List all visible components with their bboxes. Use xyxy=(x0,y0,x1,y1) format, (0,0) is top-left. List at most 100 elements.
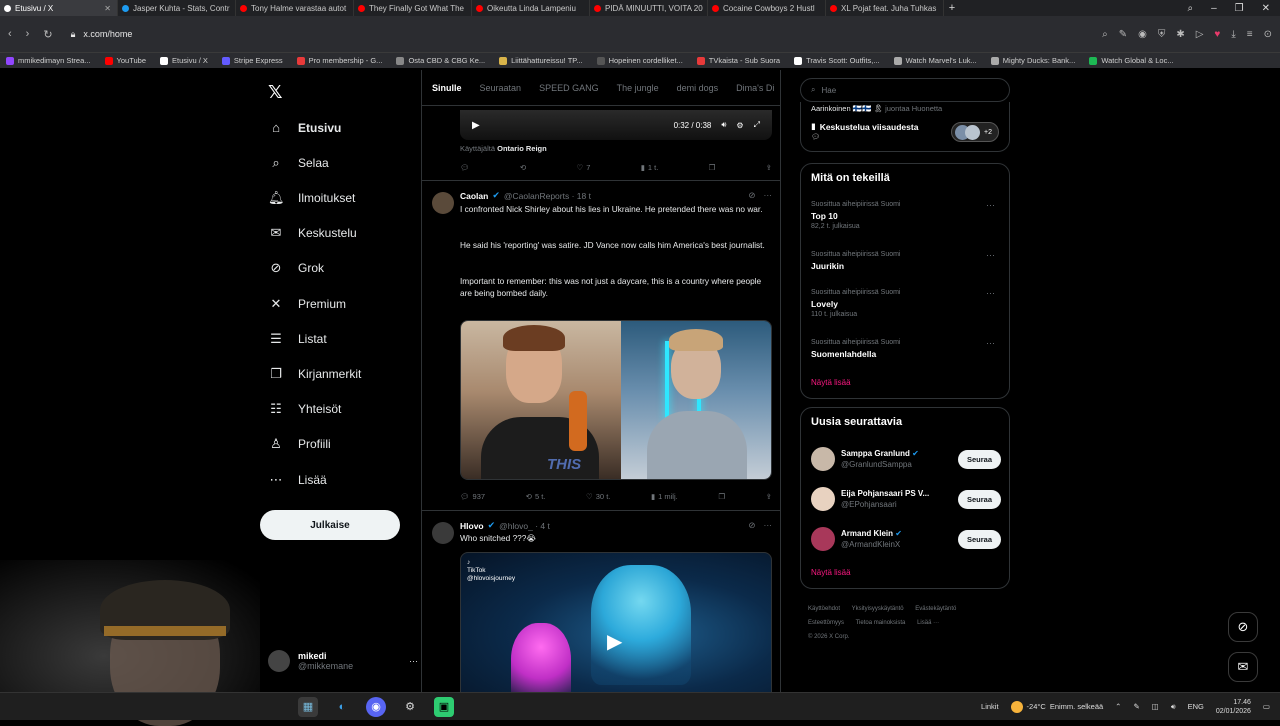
tab-for-you[interactable]: Sinulle xyxy=(432,83,462,93)
bookmark-item[interactable]: Osta CBD & CBG Ke... xyxy=(396,56,485,65)
browser-tab-6[interactable]: Cocaine Cowboys 2 Hustl xyxy=(708,0,826,16)
fullscreen-icon[interactable]: ⤢ xyxy=(754,120,760,130)
footer-link[interactable]: Evästekäytäntö xyxy=(915,606,956,612)
bookmark-item[interactable]: Etusivu / X xyxy=(160,56,208,65)
browser-tab-5[interactable]: PIDÄ MINUUTTI, VOITA 20 xyxy=(590,0,708,16)
account-icon[interactable]: ⊙ xyxy=(1264,29,1272,40)
reply-button[interactable]: 💬︎ 937 xyxy=(460,492,485,501)
clock[interactable]: 17.46 02/01/2026 xyxy=(1216,698,1251,716)
follow-button[interactable]: Seuraa xyxy=(957,449,1001,469)
bookmark-item[interactable]: Stripe Express xyxy=(221,56,283,65)
tab-list[interactable]: demi dogs xyxy=(677,83,719,93)
download-icon[interactable]: ⤓ xyxy=(1231,29,1235,40)
browser-tab-0[interactable]: Etusivu / X ✕ xyxy=(0,0,118,16)
follow-button[interactable]: Seuraa xyxy=(957,529,1001,549)
edit-icon[interactable]: ✎ xyxy=(1119,29,1127,40)
grok-fab-button[interactable]: ⊘ xyxy=(1228,612,1258,642)
extension-icon[interactable]: ✱ xyxy=(1176,29,1184,40)
volume-icon[interactable]: 🔊︎ xyxy=(1171,702,1176,712)
credit-name[interactable]: Ontario Reign xyxy=(497,144,547,153)
bookmark-item[interactable]: Liittähattureissu! TP... xyxy=(499,56,583,65)
spaces-card[interactable]: Aarinkoinen 🇫🇮🇫🇮 🎗 juontaa Huonetta ▮ Kes… xyxy=(800,102,1010,152)
footer-link[interactable]: Yksityisyyskäytäntö xyxy=(852,606,904,612)
author-name[interactable]: Caolan xyxy=(460,191,488,201)
more-icon[interactable]: ··· xyxy=(986,250,995,260)
discord-icon[interactable]: ◉ xyxy=(366,696,386,717)
more-icon[interactable]: ··· xyxy=(764,520,773,531)
browser-tab-1[interactable]: Jasper Kuhta - Stats, Contr xyxy=(118,0,236,16)
volume-icon[interactable]: 🔊︎ xyxy=(721,120,726,130)
browser-tab-2[interactable]: Tony Halme varastaa autot xyxy=(236,0,354,16)
settings-icon[interactable]: ⚙ xyxy=(736,121,743,130)
bookmark-item[interactable]: YouTube xyxy=(104,56,146,65)
show-more-link[interactable]: Näytä lisää xyxy=(811,378,851,387)
nav-messages[interactable]: ✉ Keskustelu xyxy=(268,225,357,241)
shield-icon[interactable]: ⛨ xyxy=(1158,29,1166,40)
nav-explore[interactable]: ⌕ Selaa xyxy=(268,155,328,171)
nav-lists[interactable]: ☰ Listat xyxy=(268,331,327,347)
nav-profile[interactable]: ♙ Profiili xyxy=(268,436,331,452)
repost-icon[interactable]: ⟲ xyxy=(520,163,526,172)
nav-home[interactable]: ⌂ Etusivu xyxy=(268,120,341,135)
bookmark-icon[interactable]: ❐ xyxy=(709,163,716,172)
tab-following[interactable]: Seuraatan xyxy=(480,83,522,93)
author-handle[interactable]: @hlovo_ · 4 t xyxy=(499,521,550,531)
camera-icon[interactable]: ◉ xyxy=(1138,29,1147,40)
nav-more[interactable]: ⋯ Lisää xyxy=(268,472,327,488)
footer-link[interactable]: Käyttöehdot xyxy=(808,606,840,612)
tab-list[interactable]: Dima's Di xyxy=(736,83,774,93)
weather-widget[interactable]: -24°C Enimm. selkeää xyxy=(1010,700,1103,713)
more-icon[interactable]: ··· xyxy=(764,190,773,201)
follow-button[interactable]: Seuraa xyxy=(957,489,1001,509)
tab-list[interactable]: SPEED GANG xyxy=(539,83,599,93)
new-tab-icon[interactable]: + xyxy=(944,2,960,14)
edge-icon[interactable]: ◐ xyxy=(332,697,352,717)
views-button[interactable]: ▮ 1 t. xyxy=(641,163,659,172)
bookmark-item[interactable]: Pro membership - G... xyxy=(296,56,382,65)
bookmark-icon[interactable]: ❐ xyxy=(718,492,725,501)
messages-fab-button[interactable]: ✉ xyxy=(1228,652,1258,682)
more-icon[interactable]: ··· xyxy=(986,288,995,298)
nav-communities[interactable]: ☷ Yhteisöt xyxy=(268,401,341,417)
more-icon[interactable]: ··· xyxy=(986,338,995,348)
follow-suggestion[interactable]: Armand Klein ✔ @ArmandKleinX Seuraa xyxy=(811,526,1001,552)
tweet-video[interactable]: THIS xyxy=(460,320,772,480)
more-icon[interactable]: ··· xyxy=(986,200,995,210)
like-button[interactable]: ♡ 7 xyxy=(576,163,590,172)
trend-item[interactable]: Suosittua aiheipiirissä Suomi Suomenlahd… xyxy=(811,338,1001,360)
files-icon[interactable]: ▦ xyxy=(298,696,318,717)
tab-list[interactable]: The jungle xyxy=(617,83,659,93)
trend-item[interactable]: Suosittua aiheipiirissä Suomi Juurikin ·… xyxy=(811,250,1001,272)
play-icon[interactable]: ▶ xyxy=(607,629,622,654)
back-icon[interactable]: ‹ xyxy=(8,28,12,40)
bookmark-item[interactable]: Mighty Ducks: Bank... xyxy=(990,56,1075,65)
more-icon[interactable]: ··· xyxy=(409,656,418,666)
nav-notifications[interactable]: 🔔︎ Ilmoitukset xyxy=(268,190,355,206)
share-icon[interactable]: ⇪ xyxy=(766,163,772,172)
minimize-icon[interactable]: – xyxy=(1211,3,1217,14)
views-button[interactable]: ▮ 1 milj. xyxy=(651,492,678,501)
x-logo-icon[interactable]: 𝕏 xyxy=(268,82,283,103)
browser-tab-3[interactable]: They Finally Got What The xyxy=(354,0,472,16)
bookmark-item[interactable]: Watch Global & Loc... xyxy=(1089,56,1174,65)
grok-icon[interactable]: ⊘ xyxy=(748,190,755,201)
reload-icon[interactable]: ↻ xyxy=(43,28,52,41)
avatar[interactable] xyxy=(432,192,454,214)
tray-chevron-icon[interactable]: ⌃ xyxy=(1115,702,1121,711)
bookmark-item[interactable]: Travis Scott: Outfits,... xyxy=(794,56,880,65)
address-bar[interactable]: 🔒︎ x.com/home xyxy=(71,29,133,40)
pen-icon[interactable]: ✎ xyxy=(1133,702,1139,711)
bookmark-item[interactable]: TVkaista - Sub Suora xyxy=(696,56,780,65)
repost-button[interactable]: ⟲ 5 t. xyxy=(526,492,546,501)
trend-item[interactable]: Suosittua aiheipiirissä Suomi Top 10 82,… xyxy=(811,200,1001,232)
play-icon[interactable]: ▷ xyxy=(1196,29,1204,40)
post-button[interactable]: Julkaise xyxy=(260,510,400,540)
bookmark-item[interactable]: Hopeinen cordelliket... xyxy=(596,56,683,65)
notifications-icon[interactable]: ▭ xyxy=(1263,702,1270,711)
network-icon[interactable]: ◫ xyxy=(1152,702,1159,711)
footer-link[interactable]: Lisää ··· xyxy=(917,620,939,626)
heart-icon[interactable]: ♥ xyxy=(1214,29,1220,40)
bookmark-item[interactable]: mmikedimayn Strea... xyxy=(6,56,91,65)
nav-bookmarks[interactable]: ❐ Kirjanmerkit xyxy=(268,366,361,382)
account-switcher[interactable]: mikedi @mikkemane ··· xyxy=(268,650,418,672)
